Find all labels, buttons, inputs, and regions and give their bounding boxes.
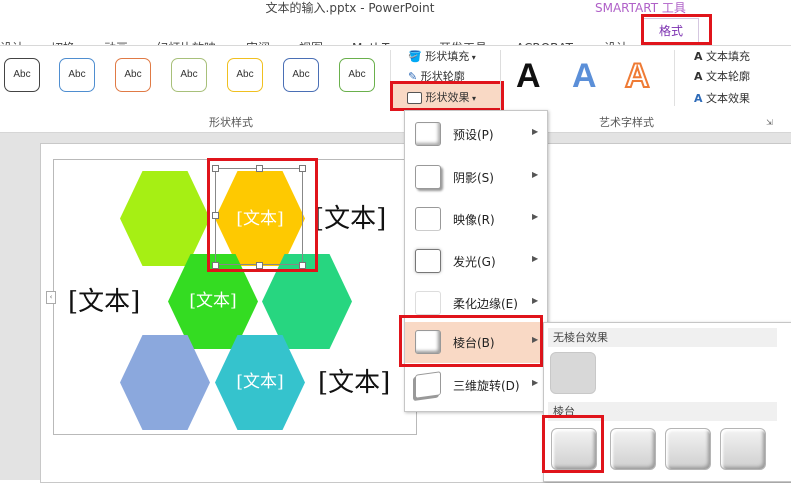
wordart-style-blue[interactable]: A bbox=[572, 56, 597, 96]
wordart-gallery-scroll[interactable] bbox=[674, 50, 684, 106]
submenu-arrow-icon: ▶ bbox=[532, 378, 539, 387]
wordart-style-orange-outline[interactable]: A bbox=[624, 56, 651, 96]
bevel-cross-option[interactable] bbox=[665, 428, 711, 470]
text-placeholder-top[interactable]: [文本] bbox=[314, 198, 386, 235]
text-outline-button[interactable]: A 文本轮廓 bbox=[694, 68, 750, 86]
bevel-relaxed-inset-option[interactable] bbox=[610, 428, 656, 470]
submenu-arrow-icon: ▶ bbox=[532, 170, 539, 179]
shape-style-swatch[interactable]: Abc bbox=[227, 58, 263, 92]
text-effects-button[interactable]: A 文本效果 bbox=[694, 90, 750, 108]
no-bevel-section-header: 无棱台效果 bbox=[548, 328, 777, 347]
menu-item-preset[interactable]: 预设(P) ▶ bbox=[405, 114, 547, 155]
text-effects-icon: A bbox=[694, 92, 703, 105]
hexagon-text-green[interactable]: [文本] bbox=[168, 286, 258, 311]
submenu-arrow-icon: ▶ bbox=[532, 254, 539, 263]
hexagon-text-teal[interactable]: [文本] bbox=[215, 367, 305, 392]
preset-icon bbox=[415, 122, 441, 146]
highlight-format-tab bbox=[641, 14, 712, 45]
shape-fill-button[interactable]: 🪣 形状填充 ▾ bbox=[408, 48, 476, 66]
text-placeholder-left[interactable]: [文本] bbox=[68, 281, 140, 318]
shape-style-swatch[interactable]: Abc bbox=[4, 58, 40, 92]
shape-style-swatch[interactable]: Abc bbox=[171, 58, 207, 92]
paint-bucket-icon: 🪣 bbox=[408, 50, 422, 63]
shape-style-swatch[interactable]: Abc bbox=[339, 58, 375, 92]
soft-edges-icon bbox=[415, 291, 441, 315]
bevel-none-option[interactable] bbox=[550, 352, 596, 394]
text-fill-button[interactable]: A 文本填充 bbox=[694, 48, 750, 66]
reflection-icon bbox=[415, 207, 441, 231]
text-pane-toggle[interactable]: ‹ bbox=[46, 291, 56, 304]
bevel-cool-slant-option[interactable] bbox=[720, 428, 766, 470]
3d-rotation-icon bbox=[415, 371, 441, 399]
submenu-arrow-icon: ▶ bbox=[532, 212, 539, 221]
highlight-bevel-menu-item bbox=[399, 315, 543, 367]
highlight-bevel-circle bbox=[542, 415, 604, 473]
shadow-icon bbox=[415, 165, 441, 189]
menu-item-reflection[interactable]: 映像(R) ▶ bbox=[405, 199, 547, 240]
highlight-selected-hexagon bbox=[207, 158, 318, 272]
menu-item-shadow[interactable]: 阴影(S) ▶ bbox=[405, 157, 547, 198]
shape-style-swatch[interactable]: Abc bbox=[283, 58, 319, 92]
menu-item-glow[interactable]: 发光(G) ▶ bbox=[405, 241, 547, 282]
submenu-arrow-icon: ▶ bbox=[532, 296, 539, 305]
menu-item-3d-rotation[interactable]: 三维旋转(D) ▶ bbox=[405, 365, 547, 406]
text-fill-icon: A bbox=[694, 50, 703, 63]
text-outline-icon: A bbox=[694, 70, 703, 83]
highlight-shape-effects bbox=[390, 81, 504, 111]
glow-icon bbox=[415, 249, 441, 273]
wordart-style-black[interactable]: A bbox=[516, 56, 541, 96]
text-placeholder-bottom[interactable]: [文本] bbox=[318, 362, 390, 399]
dialog-launcher-icon[interactable]: ⇲ bbox=[766, 118, 773, 127]
submenu-arrow-icon: ▶ bbox=[532, 127, 539, 136]
shape-styles-group-label: 形状样式 bbox=[209, 116, 253, 129]
shape-style-swatch[interactable]: Abc bbox=[59, 58, 95, 92]
wordart-styles-group-label: 艺术字样式 bbox=[599, 116, 654, 129]
shape-style-swatch[interactable]: Abc bbox=[115, 58, 151, 92]
